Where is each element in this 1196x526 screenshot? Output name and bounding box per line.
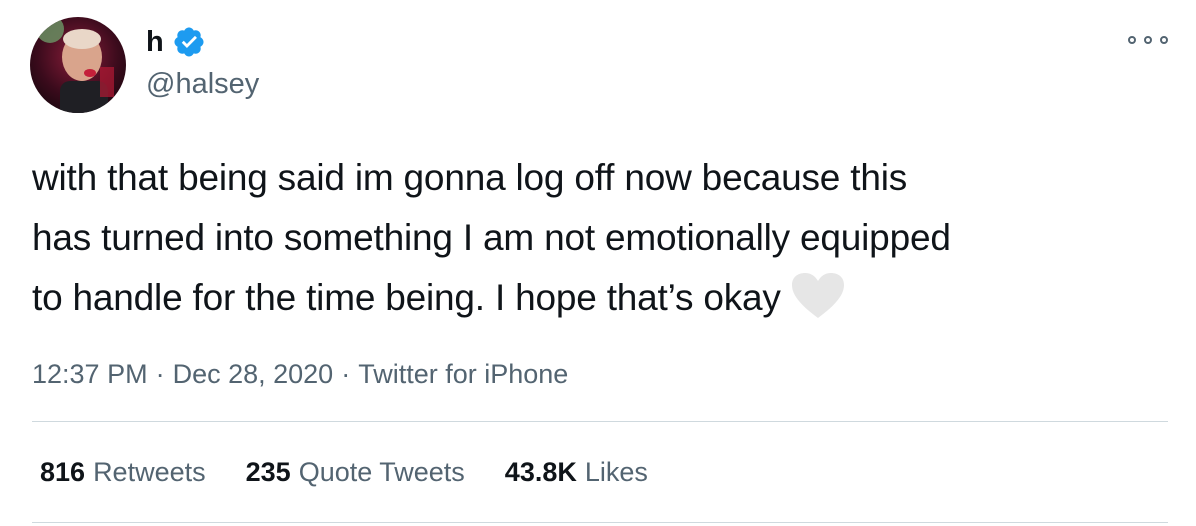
- likes-stat[interactable]: 43.8K Likes: [505, 452, 648, 492]
- more-options-icon[interactable]: [1128, 28, 1168, 52]
- quote-tweets-count: 235: [245, 457, 291, 487]
- tweet-text-line-last: to handle for the time being. I hope tha…: [32, 268, 1172, 328]
- avatar[interactable]: [30, 17, 126, 113]
- quote-tweets-label: Quote Tweets: [298, 457, 465, 487]
- retweets-stat[interactable]: 816 Retweets: [40, 452, 206, 492]
- tweet-source[interactable]: Twitter for iPhone: [358, 359, 568, 389]
- author-handle[interactable]: @halsey: [146, 66, 259, 102]
- tweet-text: with that being said im gonna log off no…: [32, 148, 1172, 328]
- tweet-card: h @halsey with that being said im gonna …: [0, 0, 1196, 526]
- divider: [32, 522, 1168, 523]
- author-info: h @halsey: [146, 24, 259, 102]
- verified-badge-icon: [172, 25, 206, 59]
- meta-separator: ·: [341, 359, 351, 389]
- retweets-label: Retweets: [93, 457, 206, 487]
- display-name[interactable]: h: [146, 24, 164, 60]
- likes-count: 43.8K: [504, 457, 577, 487]
- retweets-count: 816: [40, 457, 86, 487]
- more-dot: [1160, 36, 1168, 44]
- more-dot: [1128, 36, 1136, 44]
- display-name-row: h: [146, 24, 259, 60]
- tweet-time[interactable]: 12:37 PM: [32, 359, 148, 389]
- avatar-image: [30, 17, 126, 113]
- tweet-stats: 816 Retweets 235 Quote Tweets 43.8K Likes: [40, 452, 688, 492]
- tweet-text-line: with that being said im gonna log off no…: [32, 157, 908, 198]
- tweet-date[interactable]: Dec 28, 2020: [173, 359, 334, 389]
- tweet-text-segment: to handle for the time being. I hope tha…: [32, 277, 781, 318]
- white-heart-emoji-icon: [791, 272, 845, 320]
- divider: [32, 421, 1168, 422]
- likes-label: Likes: [584, 457, 648, 487]
- more-dot: [1144, 36, 1152, 44]
- meta-separator: ·: [155, 359, 165, 389]
- quote-tweets-stat[interactable]: 235 Quote Tweets: [246, 452, 465, 492]
- tweet-text-line: has turned into something I am not emoti…: [32, 217, 951, 258]
- tweet-meta: 12:37 PM · Dec 28, 2020 · Twitter for iPhone: [32, 354, 568, 394]
